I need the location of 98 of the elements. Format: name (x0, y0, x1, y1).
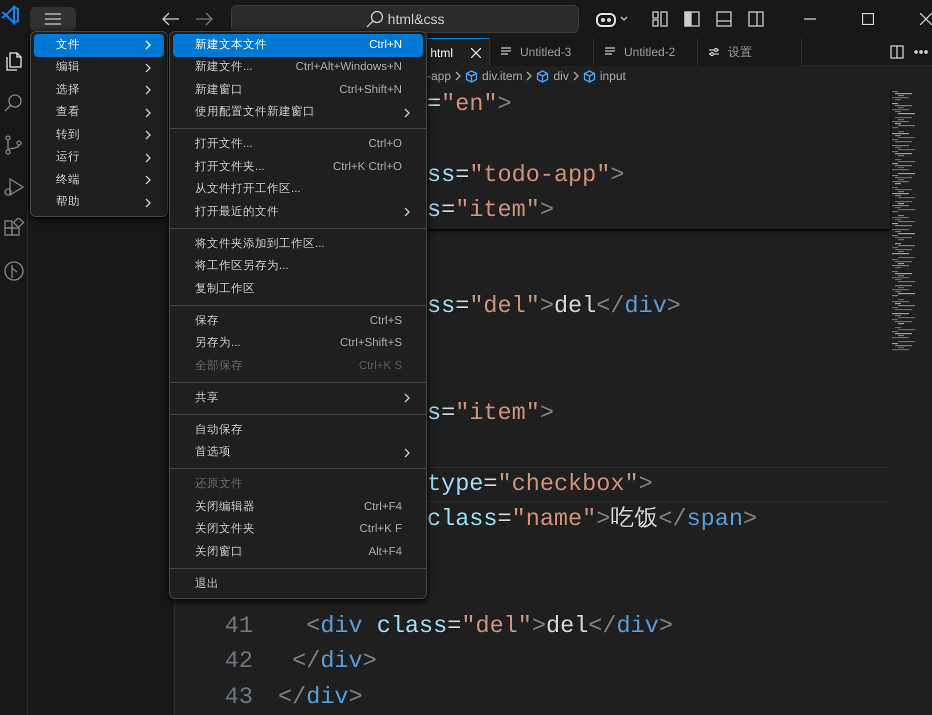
editor-tab[interactable]: Untitled-3 (490, 38, 594, 66)
line-number: 43 (224, 682, 253, 712)
editor-tab[interactable]: 设置 (698, 38, 802, 66)
code-line: <div class="del">del</div> (305, 612, 673, 642)
menu-item[interactable]: 从文件打开工作区... (173, 178, 423, 201)
tab-label: Untitled-3 (520, 44, 572, 61)
menu-item[interactable]: 关闭窗口 Alt+F4 (173, 541, 423, 564)
menu-item[interactable]: 关闭编辑器 Ctrl+F4 (173, 496, 423, 518)
menu-button[interactable] (30, 7, 76, 31)
menu-item[interactable]: 终端 (34, 169, 164, 192)
menu-item[interactable]: 另存为... Ctrl+Shift+S (173, 332, 423, 355)
menu-item[interactable]: 关闭文件夹 Ctrl+K F (173, 518, 423, 541)
menu-item[interactable]: 打开文件... Ctrl+O (173, 134, 423, 156)
search-text: html&css (388, 10, 444, 28)
chevron-icon (403, 207, 411, 218)
line-number: 41 (224, 612, 253, 642)
menu-item[interactable]: 新建文本文件 Ctrl+N (173, 34, 423, 56)
menu-item[interactable]: 共享 (173, 387, 423, 410)
menu-item[interactable]: 打开文件夹... Ctrl+K Ctrl+O (173, 156, 423, 178)
menu-item[interactable]: 新建窗口 Ctrl+Shift+N (173, 79, 423, 102)
line-number: 42 (224, 647, 253, 677)
code-line: </div> (291, 647, 377, 677)
chevron-icon (144, 62, 152, 73)
text-file-icon (604, 47, 616, 57)
chevron-icon (403, 448, 411, 458)
breadcrumb-item[interactable]: -app (427, 67, 452, 86)
menu-item[interactable]: 新建文件... Ctrl+Alt+Windows+N (173, 56, 423, 79)
tab-label: Untitled-2 (624, 44, 676, 61)
more-icon[interactable] (914, 50, 928, 54)
menu-item[interactable]: 将工作区另存为... (173, 256, 423, 278)
menu-item[interactable]: 保存 Ctrl+S (173, 310, 423, 332)
menu-item[interactable]: 编辑 (34, 56, 164, 79)
breadcrumb-item[interactable]: input (582, 67, 626, 86)
chevron-icon (403, 393, 411, 404)
text-file-icon (500, 47, 512, 57)
menu-item[interactable]: 查看 (34, 102, 164, 124)
chevron-icon (144, 40, 152, 50)
code-line: s="item"> (427, 398, 554, 428)
close-icon[interactable] (471, 48, 481, 58)
caret-icon[interactable] (620, 16, 628, 22)
menu-item[interactable]: 运行 (34, 146, 164, 169)
menu-item[interactable]: 转到 (34, 124, 164, 146)
menu-item: 还原文件 (194, 476, 244, 492)
menu-item[interactable]: 将文件夹添加到工作区... (173, 233, 423, 256)
back-arrow-icon[interactable] (162, 12, 180, 26)
sidebar-toggle-icon[interactable] (684, 11, 700, 27)
source-control-icon[interactable] (2, 134, 24, 156)
code-line: </div> (277, 682, 363, 712)
chevron-icon (403, 108, 411, 118)
search-icon[interactable] (2, 92, 24, 114)
tab-label: html (430, 44, 453, 62)
menu-item[interactable]: 复制工作区 (173, 278, 423, 300)
search-field[interactable]: html&css (230, 5, 580, 33)
menu-item[interactable]: 文件 (34, 34, 164, 56)
chevron-icon (144, 175, 152, 186)
menu-item[interactable]: 帮助 (34, 192, 164, 214)
code-line: class="name">吃饭</span> (427, 505, 758, 535)
chevron-icon (455, 71, 462, 82)
chevron-icon (144, 108, 152, 118)
run-debug-icon[interactable] (2, 176, 24, 198)
menu-item: 全部保存 Ctrl+K S (194, 358, 403, 374)
breadcrumb-item[interactable]: div.item (465, 67, 522, 86)
chevron-icon (526, 71, 532, 82)
vscode-logo-icon (0, 5, 20, 25)
split-editor-icon[interactable] (890, 44, 904, 58)
code-line: ss="del">del</div> (427, 292, 681, 322)
maximize-icon[interactable] (862, 13, 874, 25)
settings-icon (708, 47, 720, 57)
chevron-icon (572, 71, 579, 82)
menu-item[interactable]: 选择 (34, 79, 164, 102)
menu-item[interactable]: 首选项 (173, 442, 423, 464)
menu-item[interactable]: 使用配置文件新建窗口 (173, 102, 423, 124)
forward-arrow-icon (194, 12, 213, 26)
breadcrumb-item[interactable]: div (536, 67, 569, 86)
code-line: ="en"> (427, 90, 512, 120)
editor-tab[interactable]: Untitled-2 (594, 38, 698, 66)
search-icon (366, 10, 384, 28)
layout-icon[interactable] (652, 11, 668, 27)
secondary-sidebar-icon[interactable] (748, 11, 764, 27)
chevron-icon (144, 85, 152, 96)
close-icon[interactable] (920, 13, 932, 25)
assistant-icon[interactable] (595, 10, 618, 28)
menu-item[interactable]: 退出 (173, 573, 423, 596)
cube-icon (536, 70, 550, 83)
cube-icon (465, 70, 478, 83)
code-line: type="checkbox"> (427, 470, 653, 500)
menu-item[interactable]: 自动保存 (173, 419, 423, 442)
chevron-icon (144, 152, 152, 163)
cube-icon (582, 70, 596, 83)
chevron-icon (144, 198, 152, 208)
panel-toggle-icon[interactable] (716, 11, 732, 27)
code-line: s="item"> (427, 196, 554, 226)
chevron-icon (144, 130, 152, 140)
tab-label: 设置 (728, 44, 752, 61)
code-line: ss="todo-app"> (427, 160, 624, 190)
git-graph-icon[interactable] (2, 260, 24, 282)
menu-icon (44, 13, 62, 25)
menu-item[interactable]: 打开最近的文件 (173, 201, 423, 224)
